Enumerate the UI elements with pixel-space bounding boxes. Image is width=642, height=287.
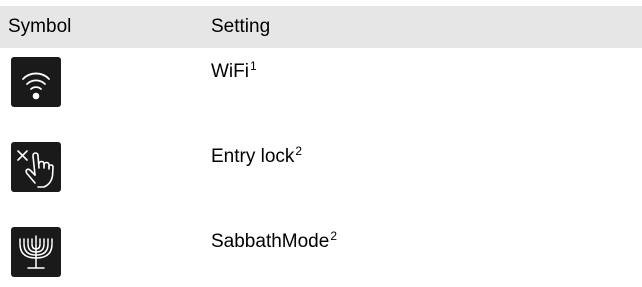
table-row: WiFi1 [0,57,642,117]
footnote-marker: 2 [295,144,303,158]
setting-label-entry-lock: Entry lock2 [211,144,303,167]
table-row: SabbathMode2 [0,227,642,287]
menorah-icon [11,227,61,277]
column-header-setting: Setting [211,16,271,37]
footnote-marker: 1 [249,59,257,73]
wifi-icon [11,57,61,107]
table-row: Entry lock2 [0,142,642,202]
footnote-marker: 2 [330,229,338,243]
table-header: Symbol Setting [0,6,642,48]
setting-label-wifi: WiFi1 [211,59,257,82]
setting-label-sabbath-mode: SabbathMode2 [211,229,338,252]
column-header-symbol: Symbol [8,16,72,37]
touch-lock-icon [11,142,61,192]
